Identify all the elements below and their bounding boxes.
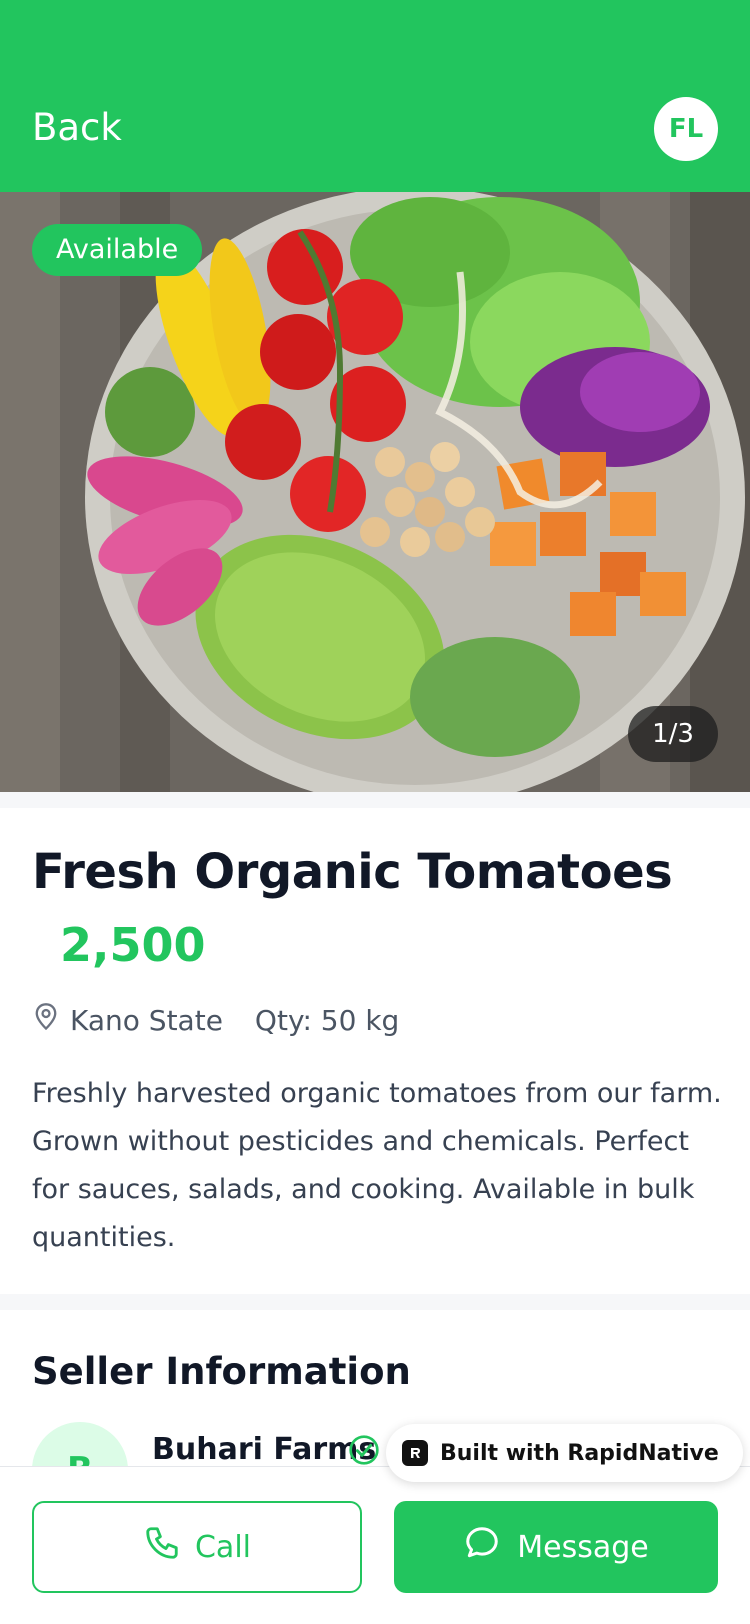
built-with-badge[interactable]: Built with RapidNative <box>386 1424 743 1482</box>
product-meta: Kano State Qty: 50 kg <box>32 1002 399 1039</box>
image-counter: 1/3 <box>628 706 718 762</box>
section-divider <box>0 1294 750 1310</box>
app-header: Back FL <box>0 0 750 192</box>
seller-name[interactable]: Buhari Farms <box>152 1432 376 1467</box>
product-detail-screen: Back FL Available 1/3 Fresh Organic Toma… <box>0 0 750 1624</box>
product-location: Kano State <box>70 1004 223 1037</box>
phone-icon <box>143 1524 181 1570</box>
built-with-label: Built with RapidNative <box>440 1440 719 1466</box>
availability-badge: Available <box>32 224 203 276</box>
chat-bubble-icon <box>463 1524 501 1570</box>
call-button[interactable]: Call <box>32 1501 362 1593</box>
message-label: Message <box>517 1529 649 1565</box>
bottom-action-bar: Call Message <box>0 1466 750 1624</box>
product-image-carousel[interactable]: Available 1/3 <box>0 192 750 792</box>
message-button[interactable]: Message <box>394 1501 718 1593</box>
map-pin-icon <box>32 1002 60 1039</box>
product-price: 2,500 <box>60 918 206 972</box>
seller-section-heading: Seller Information <box>32 1350 411 1393</box>
product-description: Freshly harvested organic tomatoes from … <box>32 1078 722 1253</box>
product-quantity: Qty: 50 kg <box>254 1004 400 1037</box>
back-button[interactable]: Back <box>32 104 122 152</box>
section-divider <box>0 792 750 808</box>
product-photo <box>0 192 750 792</box>
product-title: Fresh Organic Tomatoes <box>32 844 673 900</box>
user-avatar[interactable]: FL <box>654 97 718 161</box>
rapidnative-logo-icon <box>402 1440 428 1466</box>
call-label: Call <box>194 1529 251 1565</box>
